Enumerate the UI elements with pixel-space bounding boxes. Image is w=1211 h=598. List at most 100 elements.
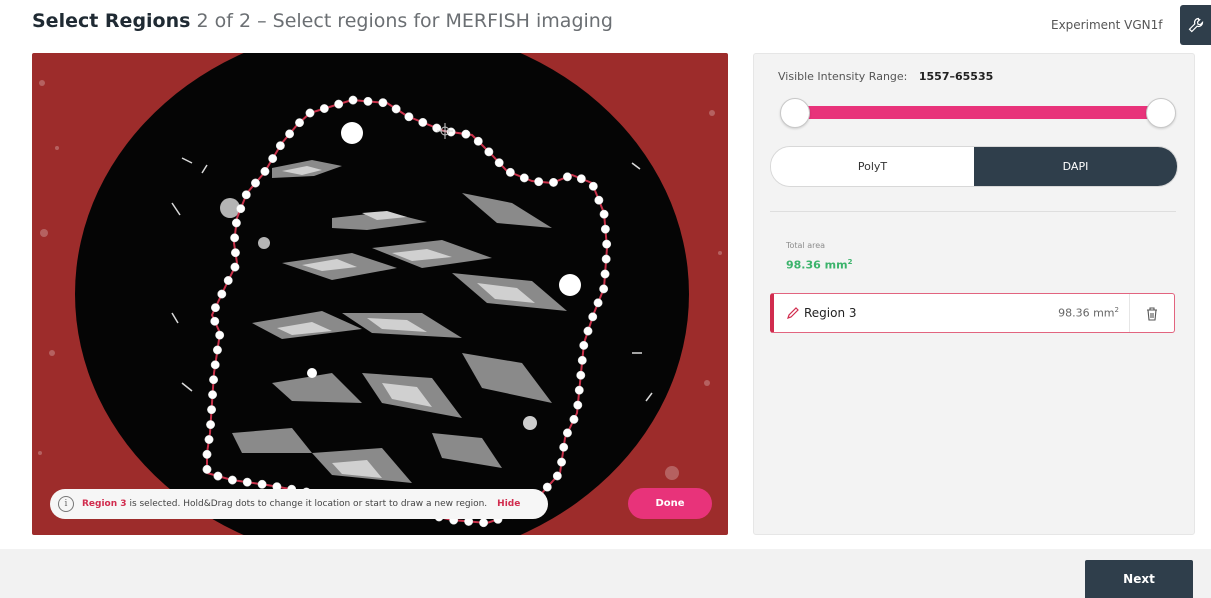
region-handle-dot[interactable] <box>588 312 598 322</box>
region-handle-dot[interactable] <box>601 254 611 264</box>
region-handle-dot[interactable] <box>484 147 494 157</box>
region-handle-dot[interactable] <box>213 345 222 355</box>
page-title: Select Regions 2 of 2 – Select regions f… <box>32 10 613 32</box>
region-handle-dot[interactable] <box>600 269 610 279</box>
region-handle-dot[interactable] <box>363 96 373 106</box>
region-handle-dot[interactable] <box>202 449 212 459</box>
region-handle-dot[interactable] <box>268 154 278 164</box>
region-handle-dot[interactable] <box>562 172 572 182</box>
region-handle-dot[interactable] <box>534 177 544 187</box>
intensity-slider-track[interactable] <box>794 106 1160 119</box>
region-handle-dot[interactable] <box>260 166 270 176</box>
region-handle-dot[interactable] <box>210 316 220 326</box>
done-button[interactable]: Done <box>628 488 712 519</box>
region-handle-dot[interactable] <box>231 248 240 258</box>
region-handle-dot[interactable] <box>549 177 558 187</box>
region-handle-dot[interactable] <box>319 104 329 114</box>
region-handle-dot[interactable] <box>574 385 584 395</box>
region-handle-dot[interactable] <box>223 276 233 285</box>
region-handle-dot[interactable] <box>569 414 579 424</box>
region-handle-dot[interactable] <box>236 204 246 214</box>
region-info-bar: i Region 3 is selected. Hold&Drag dots t… <box>50 489 548 519</box>
region-handle-dot[interactable] <box>230 262 240 272</box>
region-handle-dot[interactable] <box>285 129 295 139</box>
region-handle-dot[interactable] <box>230 233 240 243</box>
region-area-unit-sup: 2 <box>1114 306 1119 315</box>
region-handle-dot[interactable] <box>241 190 251 200</box>
region-handle-dot[interactable] <box>505 167 515 177</box>
region-handle-dot[interactable] <box>242 477 252 487</box>
region-handle-dot[interactable] <box>209 375 219 385</box>
region-handle-dot[interactable] <box>217 289 227 299</box>
region-handle-dot[interactable] <box>583 326 593 336</box>
region-handle-dot[interactable] <box>215 330 225 340</box>
region-handle-dot[interactable] <box>213 471 223 481</box>
intensity-range-title: Visible Intensity Range: <box>778 70 908 83</box>
region-handle-dot[interactable] <box>593 298 603 308</box>
total-area-value: 98.36 mm2 <box>786 258 852 272</box>
region-handle-dot[interactable] <box>334 99 344 109</box>
intensity-range-value: 1557–65535 <box>918 70 994 83</box>
region-handle-dot[interactable] <box>479 518 489 528</box>
region-handle-dot[interactable] <box>542 482 552 492</box>
tab-dapi[interactable]: DAPI <box>974 147 1177 186</box>
hide-link[interactable]: Hide <box>497 499 520 509</box>
region-handle-dot[interactable] <box>204 435 214 444</box>
region-handle-dot[interactable] <box>206 420 216 430</box>
region-handle-dot[interactable] <box>576 370 586 380</box>
settings-button[interactable] <box>1180 5 1211 45</box>
region-handle-dot[interactable] <box>599 209 609 219</box>
intensity-slider-max-handle[interactable] <box>1146 98 1176 128</box>
region-handle-dot[interactable] <box>552 471 562 481</box>
region-handle-dot[interactable] <box>599 284 609 294</box>
region-handle-dot[interactable] <box>519 173 529 183</box>
region-handle-dot[interactable] <box>588 181 598 191</box>
region-handle-dot[interactable] <box>559 442 569 452</box>
region-handle-dot[interactable] <box>305 108 315 118</box>
region-handle-dot[interactable] <box>557 457 567 467</box>
pencil-icon[interactable] <box>786 306 800 320</box>
region-handle-dot[interactable] <box>573 400 583 410</box>
region-handle-dot[interactable] <box>562 428 572 438</box>
tissue-image[interactable] <box>32 53 728 535</box>
region-handle-dot[interactable] <box>231 218 241 228</box>
next-button[interactable]: Next <box>1085 560 1193 598</box>
region-handle-dot[interactable] <box>211 303 220 313</box>
region-handle-dot[interactable] <box>295 118 304 128</box>
tab-polyt[interactable]: PolyT <box>771 147 974 186</box>
region-name: Region 3 <box>804 306 857 320</box>
region-handle-dot[interactable] <box>473 136 483 146</box>
region-handle-dot[interactable] <box>494 158 504 168</box>
region-handle-dot[interactable] <box>576 174 586 184</box>
info-message: is selected. Hold&Drag dots to change it… <box>129 499 488 509</box>
region-handle-dot[interactable] <box>391 104 401 114</box>
region-handle-dot[interactable] <box>257 479 267 489</box>
intensity-range-label: Visible Intensity Range: 1557–65535 <box>778 70 993 83</box>
region-handle-dot[interactable] <box>202 464 212 474</box>
region-handle-dot[interactable] <box>577 355 587 365</box>
region-handle-dot[interactable] <box>251 178 260 188</box>
region-list-item[interactable]: Region 3 98.36 mm2 <box>770 293 1175 333</box>
channel-toggle: PolyT DAPI <box>770 146 1178 187</box>
region-handle-dot[interactable] <box>404 112 414 122</box>
region-handle-dot[interactable] <box>378 98 388 108</box>
region-handle-dot[interactable] <box>348 95 358 105</box>
image-viewer[interactable]: i Region 3 is selected. Hold&Drag dots t… <box>32 53 728 535</box>
region-handle-dot[interactable] <box>418 117 428 127</box>
region-handle-dot[interactable] <box>227 475 237 485</box>
region-handle-dot[interactable] <box>207 405 217 415</box>
region-handle-dot[interactable] <box>208 390 218 400</box>
delete-region-button[interactable] <box>1129 294 1174 332</box>
region-handle-dot[interactable] <box>210 360 220 370</box>
region-area: 98.36 mm2 <box>1058 306 1119 320</box>
region-handle-dot[interactable] <box>275 141 285 151</box>
intensity-slider-min-handle[interactable] <box>780 98 810 128</box>
region-handle-dot[interactable] <box>600 224 610 234</box>
region-handle-dot[interactable] <box>579 340 589 350</box>
region-handle-dot[interactable] <box>602 239 612 249</box>
experiment-label: Experiment VGN1f <box>1051 18 1163 32</box>
region-handle-dot[interactable] <box>594 195 604 205</box>
info-icon: i <box>58 496 74 512</box>
region-handle-dot[interactable] <box>461 129 471 139</box>
wrench-icon <box>1188 17 1203 33</box>
